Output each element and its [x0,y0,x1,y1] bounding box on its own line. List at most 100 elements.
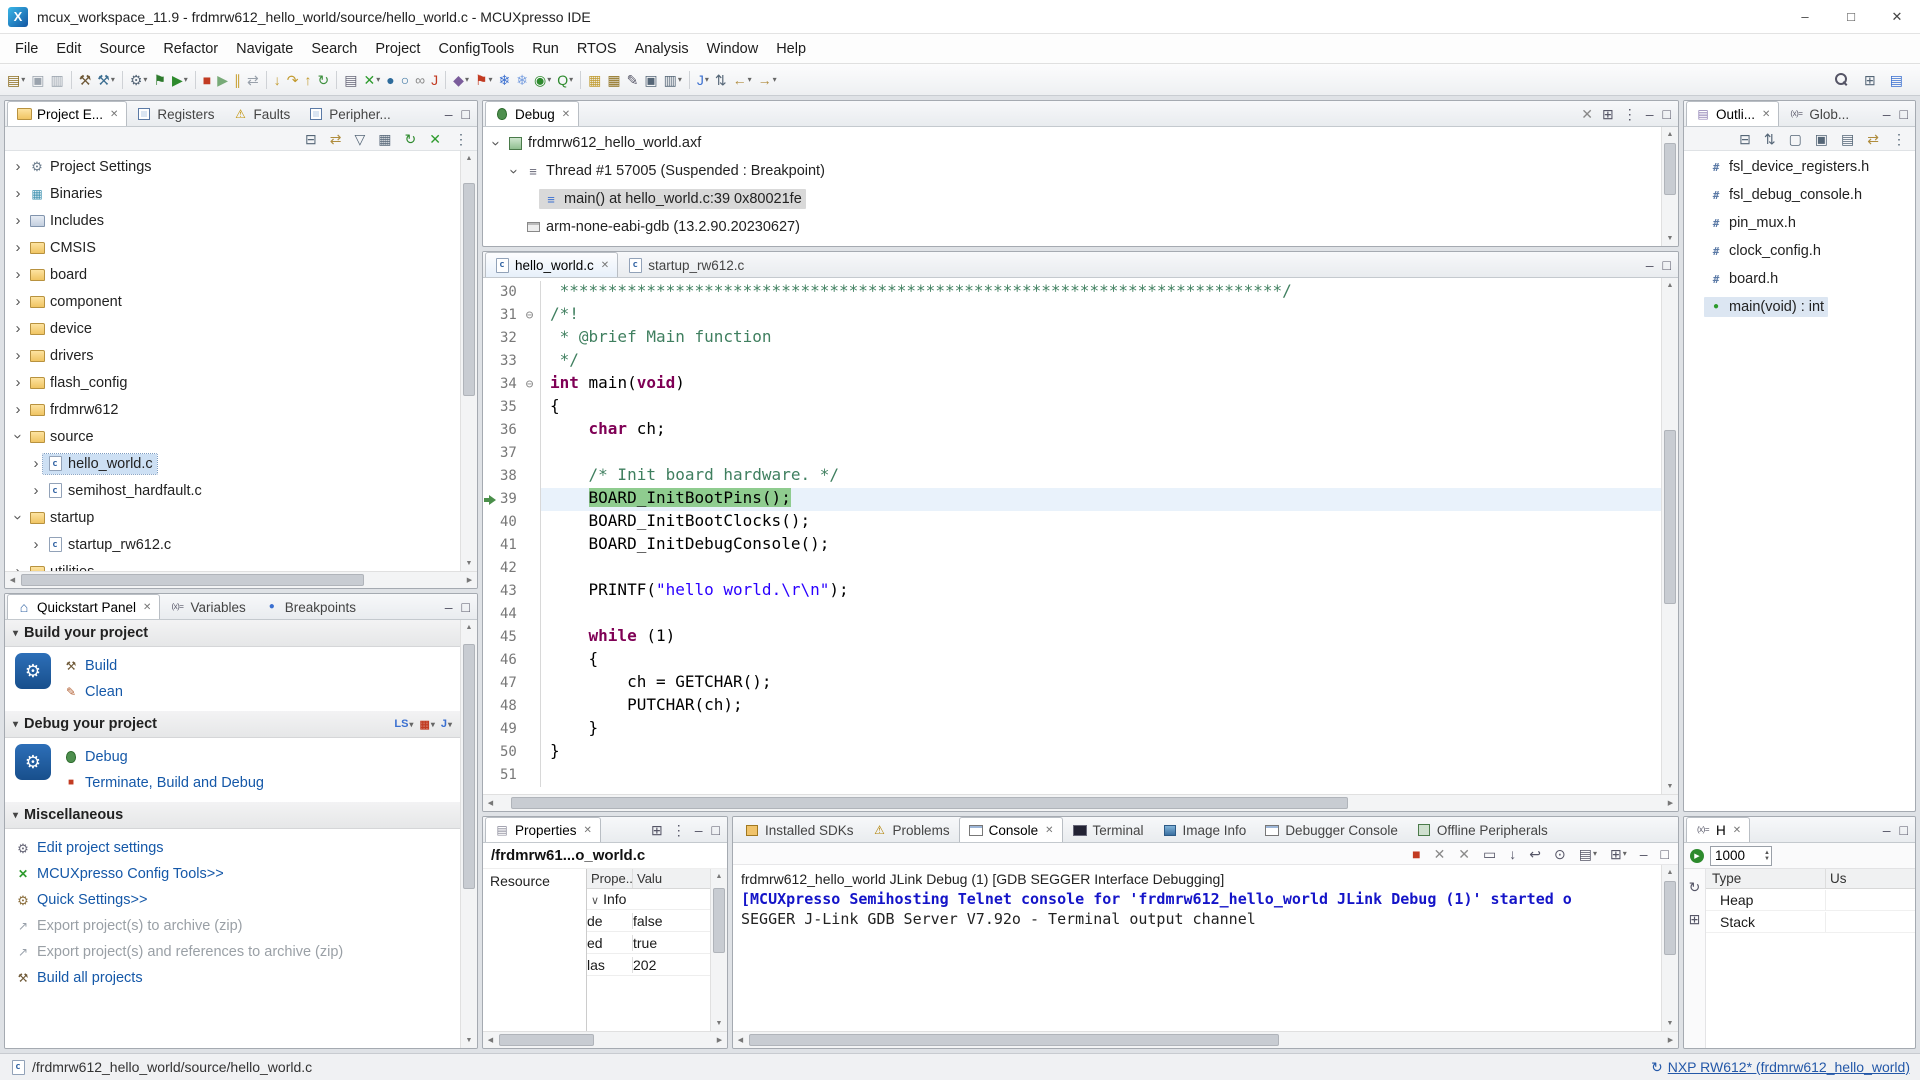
new-button[interactable]: ▤▾ [4,68,28,92]
tree-item-cmsis[interactable]: ›CMSIS [5,234,460,261]
line-number[interactable]: 51 [497,764,521,787]
maximize-view-button[interactable]: □ [1899,818,1909,842]
quickstart-mcuxpresso-config-tools[interactable]: MCUXpresso Config Tools>> [15,861,450,887]
usage-column-header[interactable]: Us [1826,869,1915,888]
vertical-scrollbar[interactable] [1661,127,1678,246]
menu-rtos[interactable]: RTOS [568,37,626,61]
columns-button[interactable]: ▥▾ [661,68,685,92]
menu-project[interactable]: Project [366,37,429,61]
tree-item-component[interactable]: ›component [5,288,460,315]
menu-source[interactable]: Source [90,37,154,61]
tree-item-source[interactable]: ›source [5,423,460,450]
save-button[interactable]: ▣ [28,68,47,92]
code-line-51[interactable]: 51 [483,764,1661,787]
collapse-all-button[interactable]: ⊟ [302,127,320,151]
open-console-button[interactable]: ⊞▾ [1607,842,1630,866]
gutter[interactable]: 38 [483,465,541,488]
memory-button[interactable]: ▣ [641,68,660,92]
close-tab-icon[interactable]: ✕ [1733,825,1741,836]
heap-row-stack[interactable]: Stack [1706,911,1915,933]
expander-icon[interactable]: › [11,320,25,337]
edit-button[interactable]: ✎ [624,68,642,92]
menu-file[interactable]: File [6,37,47,61]
line-number[interactable]: 50 [497,741,521,764]
quickstart-terminate-build-and-debug[interactable]: Terminate, Build and Debug [63,770,450,796]
horizontal-scrollbar[interactable] [5,571,477,588]
line-number[interactable]: 38 [497,465,521,488]
debug-perspective-button[interactable]: ▤ [1887,68,1906,92]
expander-icon[interactable]: › [10,511,27,525]
working-set-button[interactable]: ▦ [375,127,394,151]
gutter[interactable]: 37 [483,442,541,465]
tab-problems[interactable]: Problems [863,817,959,842]
tab-variables[interactable]: Variables [160,594,254,619]
scroll-down-icon[interactable] [462,1033,477,1048]
value-column-header[interactable]: Valu [633,869,710,888]
menu-help[interactable]: Help [767,37,815,61]
scroll-lock-button[interactable]: ↓ [1506,842,1519,866]
suspend-button[interactable]: ∥ [231,68,244,92]
line-number[interactable]: 41 [497,534,521,557]
forward-button[interactable]: →▾ [755,68,780,92]
menu-edit[interactable]: Edit [47,37,90,61]
tree-item-pin-mux-h[interactable]: pin_mux.h [1684,209,1915,237]
code-line-43[interactable]: 43 PRINTF("hello world.\r\n"); [483,580,1661,603]
linkserver-debug-button[interactable]: LS▾ [394,718,413,731]
code-line-45[interactable]: 45 while (1) [483,626,1661,649]
code-line-47[interactable]: 47 ch = GETCHAR(); [483,672,1661,695]
tab-faults[interactable]: Faults [223,101,299,126]
minimize-view-button[interactable]: – [444,595,454,619]
tab-quickstart-panel[interactable]: Quickstart Panel✕ [7,594,160,619]
line-number[interactable]: 39 [497,488,521,511]
tree-item-includes[interactable]: ›Includes [5,207,460,234]
scroll-down-icon[interactable] [1663,231,1678,246]
hide-non-public-button[interactable]: ▤ [1838,127,1857,151]
remove-launch-button[interactable]: ✕ [1431,842,1449,866]
tree-item-semihost-hardfault-c[interactable]: ›semihost_hardfault.c [5,477,460,504]
type-column-header[interactable]: Type [1706,869,1826,888]
scroll-left-icon[interactable] [483,796,498,811]
tree-item-main-void-int[interactable]: main(void) : int [1684,293,1915,321]
code-line-37[interactable]: 37 [483,442,1661,465]
build-all-button[interactable]: ⚒▾ [94,68,118,92]
word-wrap-button[interactable]: ↩ [1526,842,1544,866]
jlink-button[interactable]: J [428,68,441,92]
property-row-de[interactable]: defalse [587,910,710,932]
tab-offline-peripherals[interactable]: Offline Peripherals [1407,817,1557,842]
gutter[interactable]: 34⊖ [483,373,541,396]
close-group-button[interactable]: ✕ [426,127,444,151]
expander-icon[interactable]: › [29,482,43,499]
minimize-window-button[interactable]: – [1782,0,1828,33]
expander-icon[interactable]: › [10,430,27,444]
tree-item-utilities[interactable]: ›utilities [5,558,460,571]
horizontal-scrollbar[interactable] [733,1031,1678,1048]
properties-nav-resource[interactable]: Resource [483,869,586,893]
maximize-view-button[interactable]: □ [1658,842,1672,866]
expander-icon[interactable]: › [29,536,43,553]
scroll-down-icon[interactable] [1663,779,1678,794]
code-line-42[interactable]: 42 [483,557,1661,580]
close-window-button[interactable]: ✕ [1874,0,1920,33]
tree-item-board[interactable]: ›board [5,261,460,288]
quickstart-build-all-projects[interactable]: Build all projects [15,965,450,991]
console-output[interactable]: frdmrw612_hello_world JLink Debug (1) [G… [733,865,1661,1031]
maximize-view-button[interactable]: □ [461,102,471,126]
gutter[interactable]: 47 [483,672,541,695]
tab-debugger-console[interactable]: Debugger Console [1255,817,1407,842]
line-number[interactable]: 48 [497,695,521,718]
freeze-button[interactable]: ❄ [496,68,514,92]
expander-icon[interactable]: › [11,212,25,229]
clear-console-button[interactable]: ▭ [1480,842,1499,866]
remove-all-terminated-button[interactable]: ✕ [1580,102,1594,126]
restart-button[interactable]: ↻ [315,68,333,92]
scroll-up-icon[interactable] [1663,127,1678,142]
save-all-button[interactable]: ▥ [47,68,66,92]
remove-all-launches-button[interactable]: ✕ [1455,842,1473,866]
code-line-36[interactable]: 36 char ch; [483,419,1661,442]
expander-icon[interactable]: › [11,374,25,391]
gutter[interactable]: 41 [483,534,541,557]
quick-run-button[interactable]: Q▾ [554,68,576,92]
scroll-up-icon[interactable] [1663,278,1678,293]
property-column-header[interactable]: Prope... [587,869,633,888]
tree-item-drivers[interactable]: ›drivers [5,342,460,369]
